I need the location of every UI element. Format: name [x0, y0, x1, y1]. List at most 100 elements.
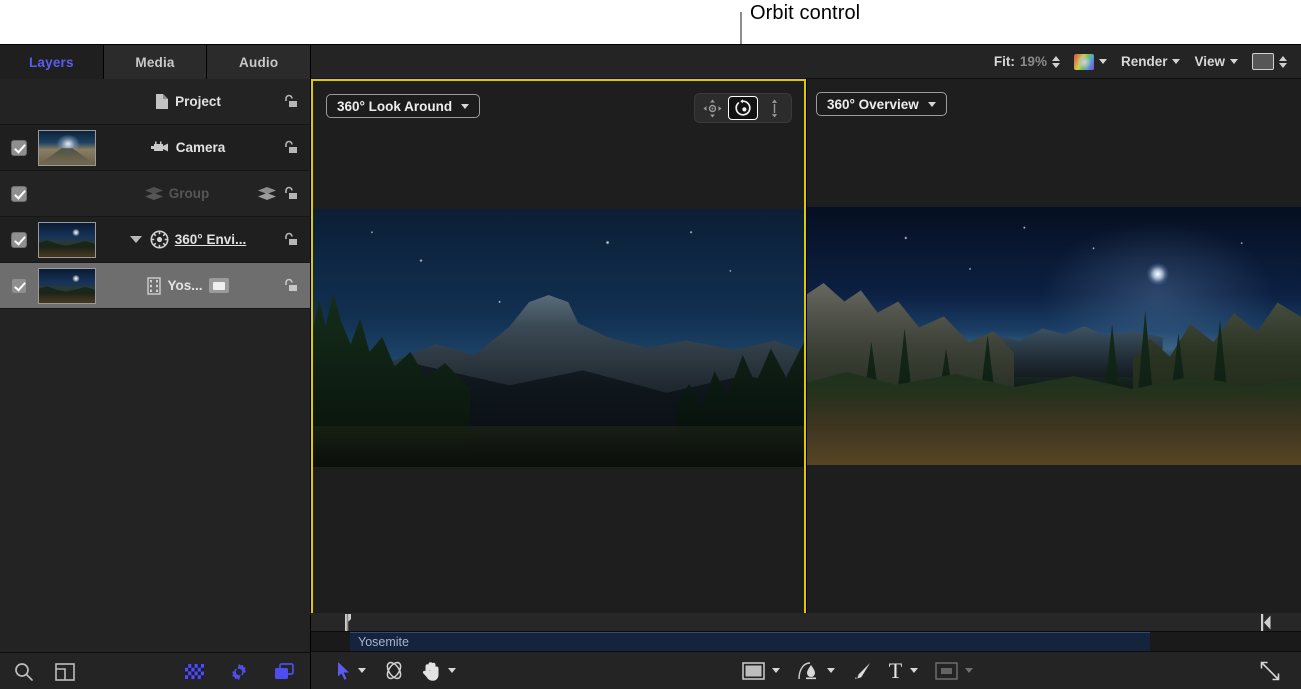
- 360-environment-icon: [150, 230, 169, 249]
- color-gradient-icon: [1074, 54, 1094, 70]
- tab-audio[interactable]: Audio: [207, 45, 310, 79]
- view-mode-menu-left[interactable]: 360° Look Around: [326, 94, 480, 118]
- playhead-marker-icon[interactable]: [342, 614, 354, 631]
- windows-icon[interactable]: [274, 663, 294, 680]
- lock-icon-group[interactable]: [280, 186, 302, 201]
- sidebar-bottom-bar: [0, 652, 310, 689]
- mini-timeline[interactable]: Yosemite: [311, 613, 1301, 651]
- checkerboard-icon[interactable]: [185, 664, 204, 679]
- layer-row-yosemite[interactable]: Yos...: [0, 263, 310, 309]
- view-mode-menu-right[interactable]: 360° Overview: [816, 92, 947, 116]
- image-badge-icon: [209, 278, 229, 293]
- pan-control-button[interactable]: [697, 96, 727, 120]
- pan-tool[interactable]: [422, 661, 456, 681]
- layer-name-project: Project: [96, 93, 280, 110]
- out-point-marker-icon[interactable]: [1261, 614, 1271, 631]
- layer-list: Project Camera: [0, 79, 310, 652]
- layer-name-360-environment: 360° Envi...: [96, 230, 280, 249]
- fit-value: 19%: [1020, 54, 1047, 69]
- timeline-track[interactable]: Yosemite: [311, 632, 1301, 651]
- lock-icon-camera[interactable]: [280, 140, 302, 155]
- lock-icon-360-environment[interactable]: [280, 232, 302, 247]
- chevron-down-icon[interactable]: [910, 668, 918, 673]
- timeline-clip-label: Yosemite: [358, 635, 409, 649]
- chevron-down-icon[interactable]: [448, 668, 456, 673]
- background-control[interactable]: [1252, 53, 1287, 70]
- document-icon: [155, 93, 169, 110]
- sidebar-tabbar: Layers Media Audio: [0, 45, 310, 79]
- layer-row-group[interactable]: Group: [0, 171, 310, 217]
- checkbox-camera[interactable]: [0, 140, 38, 156]
- timeline-ruler[interactable]: [311, 613, 1301, 632]
- layer-thumbnail-360-environment: [38, 222, 96, 258]
- chevron-down-icon[interactable]: [772, 668, 780, 673]
- stepper-icon[interactable]: [1279, 56, 1287, 68]
- checkbox-yosemite[interactable]: [0, 278, 38, 294]
- fit-label: Fit:: [994, 54, 1015, 69]
- mask-tool[interactable]: [797, 661, 835, 681]
- layer-name-camera: Camera: [96, 140, 280, 155]
- zoom-fit-control[interactable]: Fit: 19%: [994, 54, 1060, 69]
- checkbox-360-environment[interactable]: [0, 232, 38, 248]
- paint-stroke-tool[interactable]: [852, 661, 872, 681]
- layer-row-project[interactable]: Project: [0, 79, 310, 125]
- camera-icon: [151, 141, 170, 154]
- layout-panel-icon[interactable]: [55, 663, 75, 681]
- stepper-icon[interactable]: [1052, 56, 1060, 68]
- lock-icon-yosemite[interactable]: [280, 278, 302, 293]
- background-swatch-icon: [1252, 53, 1274, 70]
- chevron-down-icon: [1230, 59, 1238, 64]
- render-label: Render: [1121, 54, 1168, 69]
- group-icon: [145, 187, 163, 200]
- resize-canvas-button[interactable]: [1259, 660, 1281, 682]
- group-badge-icon: [258, 187, 276, 200]
- rendered-image-360-equirectangular: [807, 207, 1301, 465]
- view-mode-label-right: 360° Overview: [827, 97, 919, 112]
- main-area: Fit: 19% Render View: [311, 45, 1301, 689]
- orbit-control-button[interactable]: [728, 96, 758, 120]
- view-mode-label-left: 360° Look Around: [337, 99, 452, 114]
- filmstrip-icon: [147, 277, 161, 295]
- chevron-down-icon[interactable]: [827, 668, 835, 673]
- canvas-stage-left: [313, 81, 804, 650]
- rendered-image-half-dome: [313, 209, 804, 467]
- chevron-down-icon: [1172, 59, 1180, 64]
- select-tool[interactable]: [337, 661, 366, 680]
- dolly-control-button[interactable]: [759, 96, 789, 120]
- tab-media[interactable]: Media: [104, 45, 208, 79]
- layer-thumbnail-yosemite: [38, 268, 96, 304]
- view-menu[interactable]: View: [1194, 54, 1238, 69]
- screenshot-root: Orbit control Layers Media Audio: [0, 0, 1301, 689]
- canvas-overview[interactable]: 360° Overview: [806, 79, 1301, 652]
- chevron-down-icon[interactable]: [965, 668, 973, 673]
- gear-icon[interactable]: [230, 663, 248, 681]
- tab-layers[interactable]: Layers: [0, 45, 104, 79]
- canvas-area: 360° Look Around: [311, 79, 1301, 652]
- layer-row-camera[interactable]: Camera: [0, 125, 310, 171]
- timeline-clip-yosemite[interactable]: Yosemite: [350, 632, 1150, 651]
- chevron-down-icon[interactable]: [130, 236, 142, 243]
- search-icon[interactable]: [14, 662, 33, 681]
- canvas-stage-right: [807, 79, 1301, 652]
- chevron-down-icon: [1099, 59, 1107, 64]
- layer-name-yosemite: Yos...: [96, 277, 280, 295]
- tools-toolbar: T: [311, 651, 1301, 689]
- checkbox-group[interactable]: [0, 186, 38, 202]
- text-t-icon: T: [889, 660, 902, 682]
- layer-row-360-environment[interactable]: 360° Envi...: [0, 217, 310, 263]
- layer-thumbnail-camera: [38, 130, 96, 166]
- render-menu[interactable]: Render: [1121, 54, 1181, 69]
- layer-name-group: Group: [96, 186, 258, 201]
- canvas-toolbar: Fit: 19% Render View: [311, 45, 1301, 79]
- lock-icon-project[interactable]: [280, 94, 302, 109]
- shape-tool[interactable]: [742, 662, 780, 680]
- chevron-down-icon[interactable]: [358, 668, 366, 673]
- layers-sidebar: Layers Media Audio Project: [0, 45, 311, 689]
- 3d-transform-tool[interactable]: [383, 660, 405, 681]
- view-label: View: [1194, 54, 1225, 69]
- color-channel-control[interactable]: [1074, 54, 1107, 70]
- callout-label: Orbit control: [750, 2, 860, 25]
- media-drop-zone-tool[interactable]: [935, 662, 973, 680]
- text-tool[interactable]: T: [889, 660, 918, 682]
- canvas-look-around[interactable]: 360° Look Around: [311, 79, 806, 652]
